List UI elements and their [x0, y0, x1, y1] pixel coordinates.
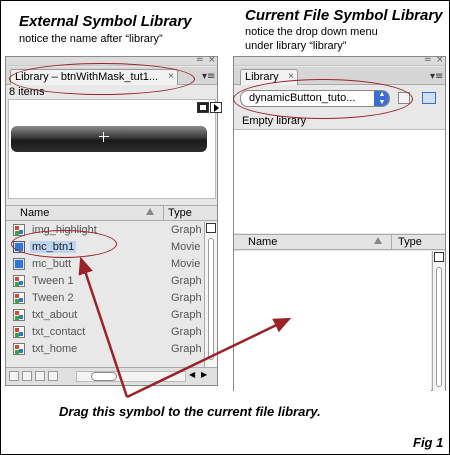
arrow-to-symbol [78, 256, 129, 398]
figure-frame: External Symbol Library notice the name … [0, 0, 450, 455]
drag-arrows [78, 256, 292, 399]
figure-label: Fig 1 [413, 435, 444, 450]
drag-instruction: Drag this symbol to the current file lib… [59, 404, 321, 419]
arrow-to-current-library [126, 317, 292, 399]
